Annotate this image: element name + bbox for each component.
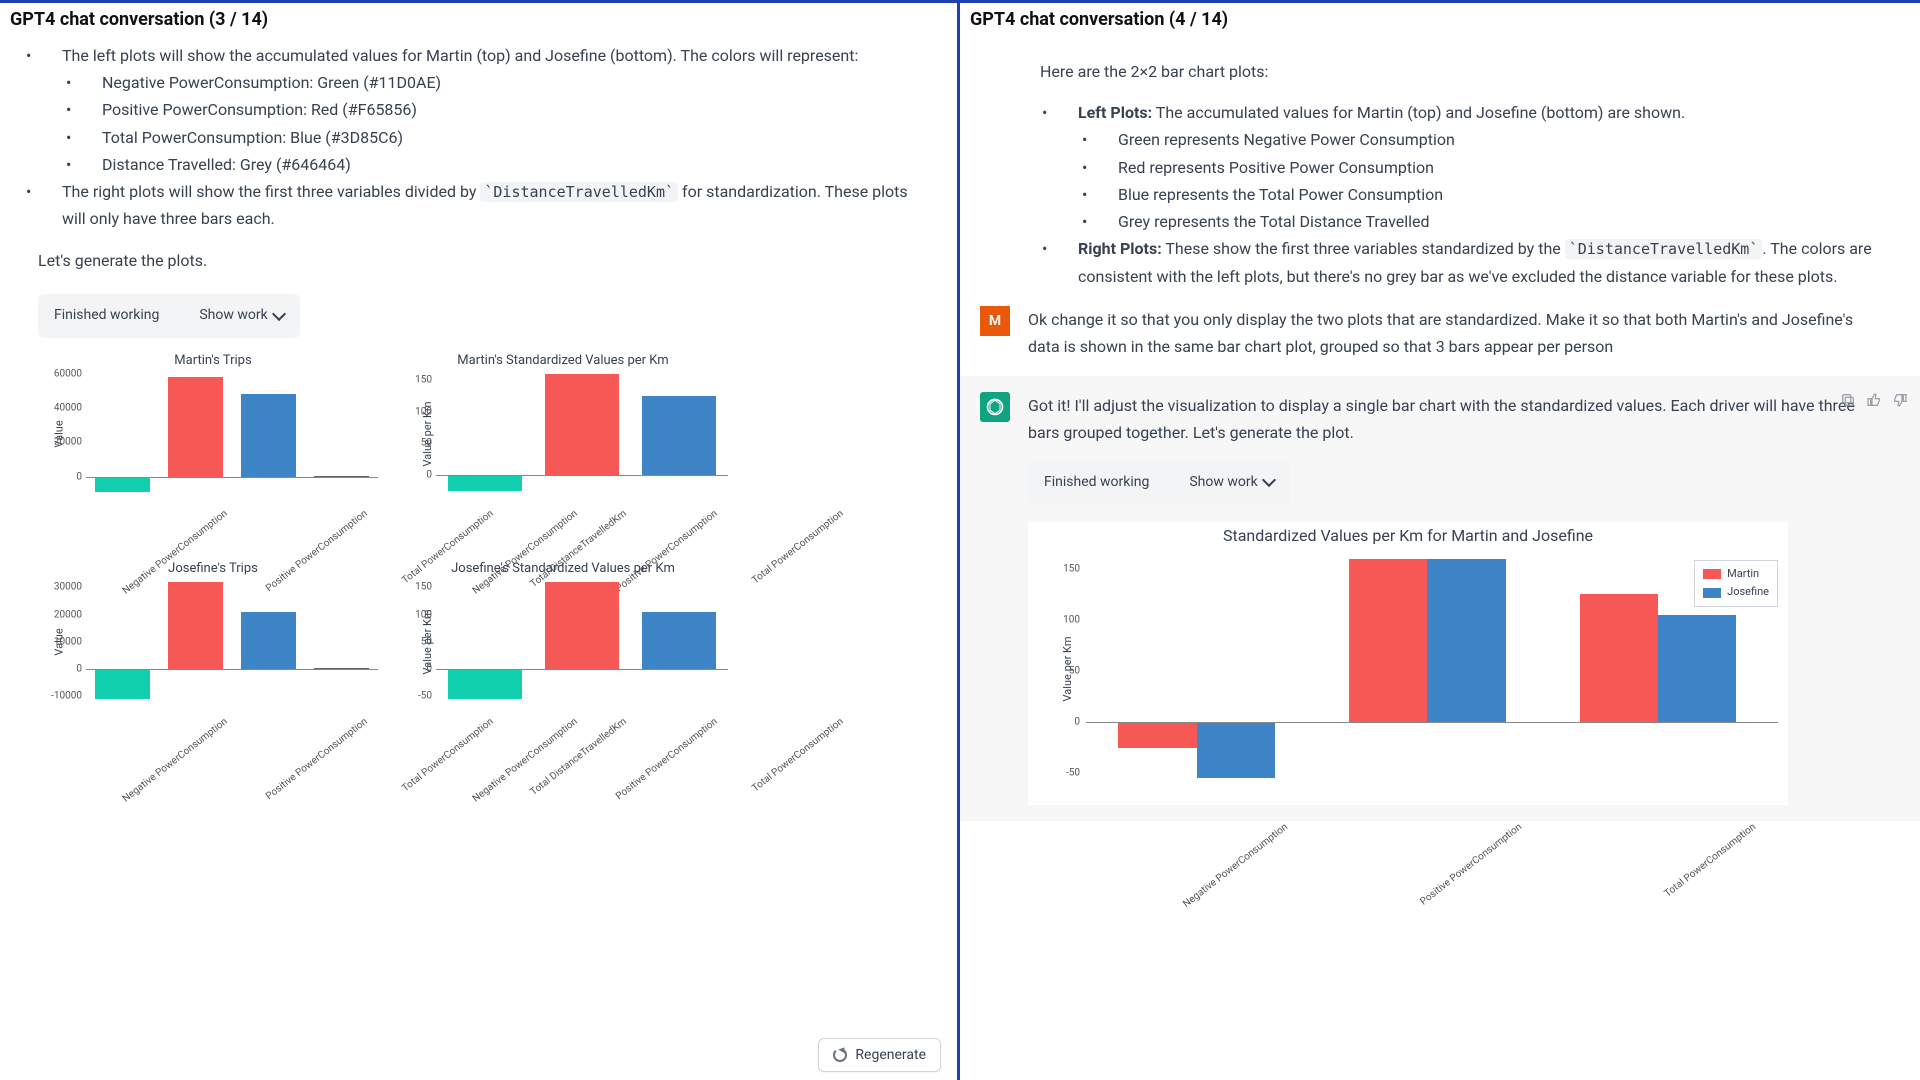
lp-blue: Blue represents the Total Power Consumpt… — [1066, 181, 1896, 208]
chart-josefine-trips: Josefine's Trips Value -1000001000020000… — [38, 554, 388, 762]
status-finished-left: Finished working Show work — [38, 294, 300, 338]
pane-title-left: GPT4 chat conversation (3 / 14) — [0, 3, 957, 36]
user-message-text: Ok change it so that you only display th… — [1028, 306, 1880, 360]
ai-avatar — [980, 392, 1010, 422]
refresh-icon — [833, 1048, 847, 1062]
assistant-message: Got it! I'll adjust the visualization to… — [960, 376, 1920, 820]
user-message: M Ok change it so that you only display … — [960, 290, 1920, 376]
status-finished-right: Finished working Show work — [1028, 461, 1290, 505]
bullet-green: Negative PowerConsumption: Green (#11D0A… — [50, 69, 933, 96]
right-plots-bullet: Right Plots: These show the first three … — [1040, 235, 1896, 290]
chevron-down-icon — [272, 307, 286, 321]
lp-green: Green represents Negative Power Consumpt… — [1066, 126, 1896, 153]
show-work-toggle-right[interactable]: Show work — [1189, 471, 1273, 495]
bullet-right-plots: The right plots will show the first thre… — [24, 178, 933, 233]
chart-josefine-std: Josefine's Standardized Values per Km Va… — [388, 554, 738, 762]
show-work-toggle-left[interactable]: Show work — [199, 304, 283, 328]
right-pane: GPT4 chat conversation (4 / 14) Here are… — [960, 0, 1920, 1080]
chart-martin-trips: Martin's Trips Value 0200004000060000 Ne… — [38, 346, 388, 554]
finished-label-right: Finished working — [1044, 471, 1149, 495]
left-pane: GPT4 chat conversation (3 / 14) The left… — [0, 0, 960, 1080]
bullet-left-plots: The left plots will show the accumulated… — [24, 42, 933, 69]
assistant-message-text: Got it! I'll adjust the visualization to… — [1028, 392, 1880, 446]
charts-grid: Martin's Trips Value 0200004000060000 Ne… — [38, 346, 738, 762]
intro-text: Here are the 2×2 bar chart plots: — [1040, 58, 1896, 85]
chart-martin-std: Martin's Standardized Values per Km Valu… — [388, 346, 738, 554]
grouped-bar-chart: Standardized Values per Km for Martin an… — [1028, 522, 1788, 804]
pane-title-right: GPT4 chat conversation (4 / 14) — [960, 3, 1920, 36]
user-avatar: M — [980, 306, 1010, 336]
lets-generate: Let's generate the plots. — [38, 247, 933, 274]
regenerate-button[interactable]: Regenerate — [818, 1038, 941, 1072]
lp-red: Red represents Positive Power Consumptio… — [1066, 154, 1896, 181]
bullet-blue: Total PowerConsumption: Blue (#3D85C6) — [50, 124, 933, 151]
thumbs-up-icon[interactable] — [1866, 392, 1882, 408]
lp-grey: Grey represents the Total Distance Trave… — [1066, 208, 1896, 235]
left-plots-bullet: Left Plots: The accumulated values for M… — [1040, 99, 1896, 126]
copy-icon[interactable] — [1840, 392, 1856, 408]
bullet-grey: Distance Travelled: Grey (#646464) — [50, 151, 933, 178]
chevron-down-icon — [1262, 473, 1276, 487]
openai-icon — [985, 397, 1005, 417]
bullet-red: Positive PowerConsumption: Red (#F65856) — [50, 96, 933, 123]
code-distance: `DistanceTravelledKm` — [480, 182, 678, 202]
thumbs-down-icon[interactable] — [1892, 392, 1908, 408]
finished-label: Finished working — [54, 304, 159, 328]
